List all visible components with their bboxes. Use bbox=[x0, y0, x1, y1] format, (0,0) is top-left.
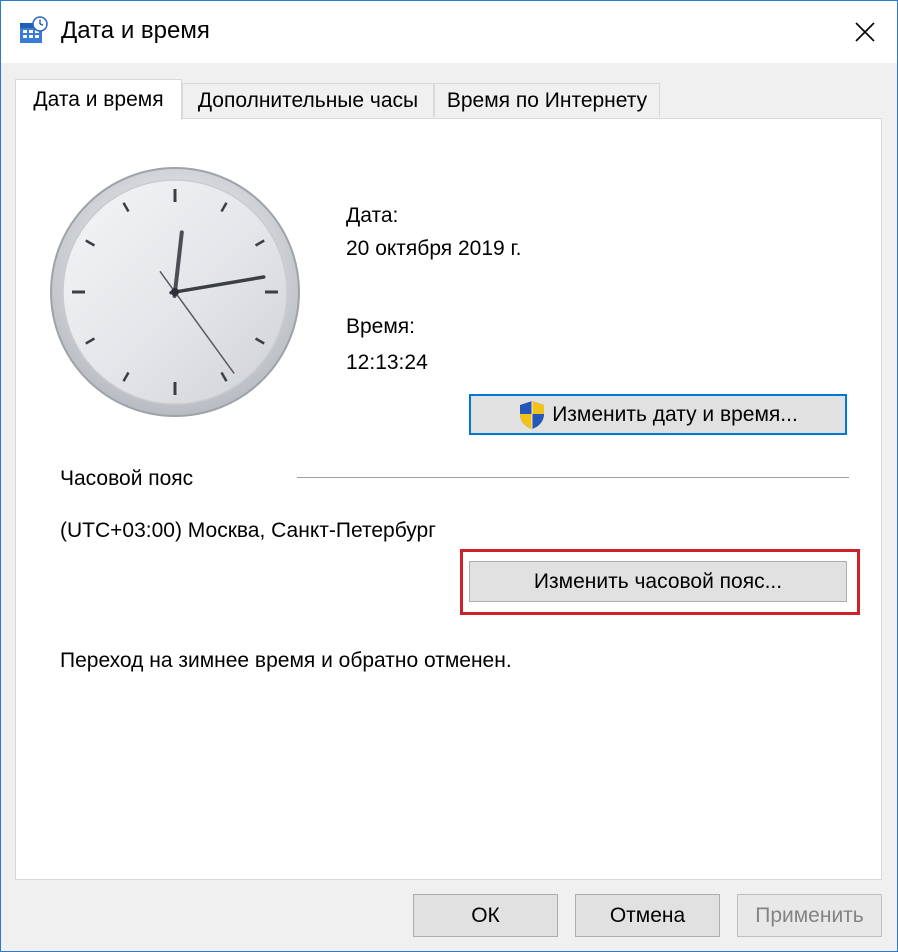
dst-note: Переход на зимнее время и обратно отмене… bbox=[60, 649, 512, 672]
tab-label: Дополнительные часы bbox=[197, 88, 419, 112]
apply-button[interactable]: Применить bbox=[737, 894, 882, 937]
close-button[interactable] bbox=[833, 1, 897, 63]
uac-shield-icon bbox=[520, 400, 545, 429]
change-date-time-label: Изменить дату и время... bbox=[552, 402, 798, 426]
close-icon bbox=[855, 22, 875, 42]
date-label: Дата: bbox=[346, 204, 399, 227]
section-divider bbox=[297, 477, 849, 478]
ok-button[interactable]: ОК bbox=[413, 894, 558, 937]
change-timezone-button[interactable]: Изменить часовой пояс... bbox=[469, 561, 847, 602]
window-title: Дата и время bbox=[61, 17, 210, 44]
cancel-label: Отмена bbox=[609, 903, 686, 927]
apply-label: Применить bbox=[755, 903, 864, 927]
date-time-icon bbox=[20, 16, 48, 43]
analog-clock bbox=[50, 167, 300, 417]
tab-label: Время по Интернету bbox=[446, 88, 648, 112]
tab-label: Дата и время bbox=[33, 88, 164, 111]
time-label: Время: bbox=[346, 315, 416, 338]
timezone-section-label: Часовой пояс bbox=[60, 467, 194, 490]
date-time-window: Дата и время Дата и время Дополнительные… bbox=[0, 0, 898, 952]
ok-label: ОК bbox=[471, 903, 500, 927]
change-date-time-button[interactable]: Изменить дату и время... bbox=[469, 394, 847, 435]
tab-internet-time[interactable]: Время по Интернету bbox=[434, 83, 660, 117]
tab-date-time[interactable]: Дата и время bbox=[15, 79, 182, 120]
clock-center bbox=[171, 288, 179, 296]
change-timezone-label: Изменить часовой пояс... bbox=[533, 569, 783, 593]
time-value: 12:13:24 bbox=[346, 351, 428, 374]
tab-additional-clocks[interactable]: Дополнительные часы bbox=[182, 83, 434, 117]
timezone-value: (UTC+03:00) Москва, Санкт-Петербург bbox=[60, 519, 436, 542]
date-value: 20 октября 2019 г. bbox=[346, 237, 522, 260]
cancel-button[interactable]: Отмена bbox=[575, 894, 720, 937]
title-bar[interactable]: Дата и время bbox=[1, 1, 897, 63]
